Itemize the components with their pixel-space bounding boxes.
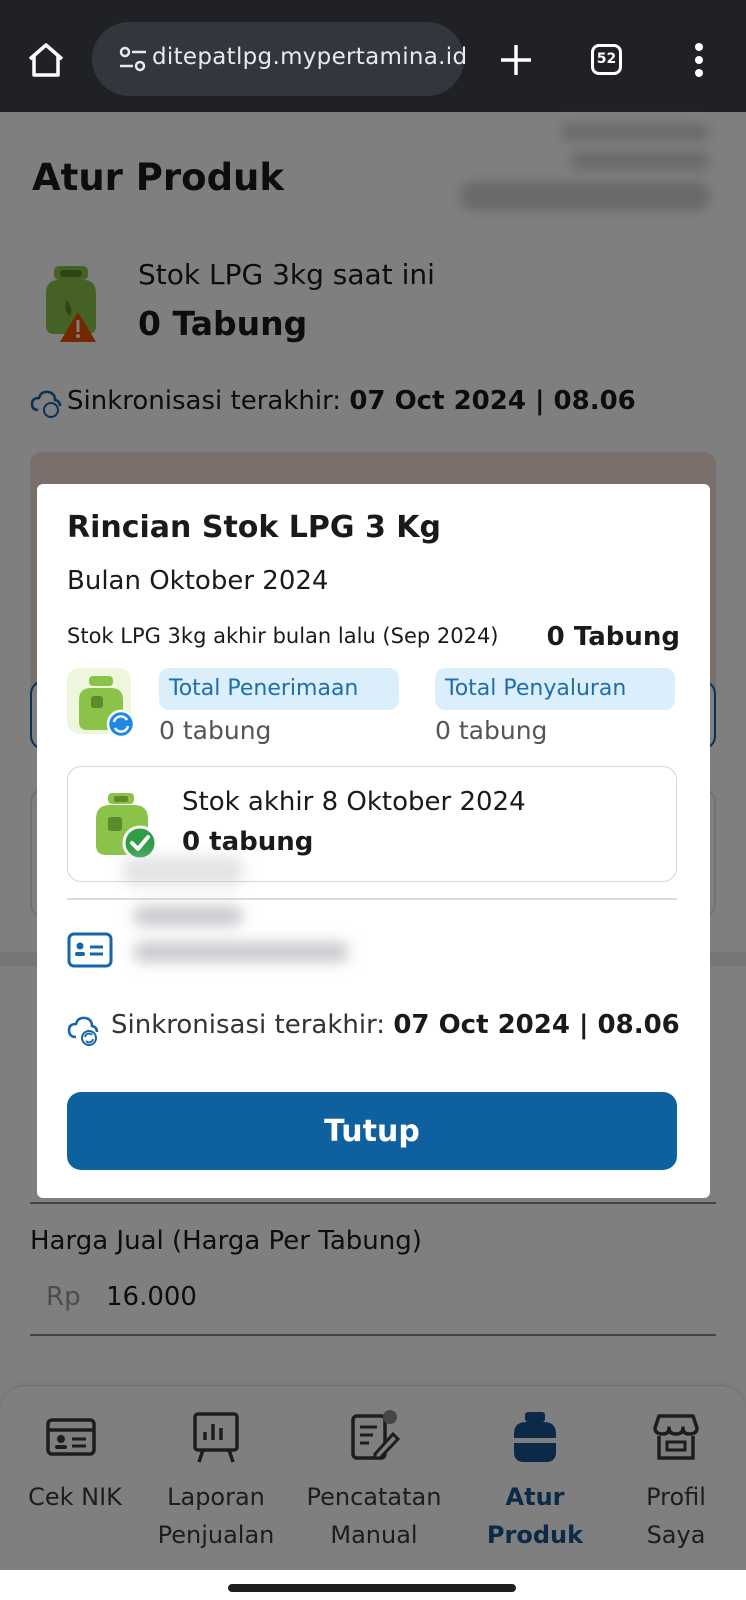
redacted-identity-number	[133, 942, 349, 962]
total-distributed-value: 0 tabung	[435, 716, 548, 745]
end-stock-value: 0 tabung	[182, 827, 314, 857]
prev-month-stock-value: 0 Tabung	[546, 622, 680, 652]
gesture-handle[interactable]	[228, 1584, 516, 1592]
site-settings-icon[interactable]	[118, 44, 148, 74]
prev-month-stock-label: Stok LPG 3kg akhir bulan lalu (Sep 2024)	[67, 624, 499, 648]
redacted-identity-name	[133, 906, 243, 926]
browser-toolbar: ditepatlpg.mypertamina.id 52	[0, 0, 746, 112]
new-tab-icon[interactable]	[496, 40, 536, 80]
close-button[interactable]: Tutup	[67, 1092, 677, 1170]
lpg-sync-icon	[67, 668, 135, 738]
dialog-subtitle: Bulan Oktober 2024	[67, 566, 329, 596]
total-received-value: 0 tabung	[159, 716, 272, 745]
more-menu-icon[interactable]	[692, 40, 706, 80]
dialog-title: Rincian Stok LPG 3 Kg	[67, 510, 442, 545]
end-stock-label: Stok akhir 8 Oktober 2024	[182, 787, 526, 817]
lpg-check-icon	[96, 793, 158, 861]
dialog-divider	[67, 898, 677, 900]
address-bar[interactable]: ditepatlpg.mypertamina.id	[92, 22, 468, 96]
url-text: ditepatlpg.mypertamina.id	[152, 44, 468, 70]
home-icon[interactable]	[24, 38, 68, 82]
id-card-icon	[67, 932, 113, 968]
redacted-identity	[123, 856, 243, 886]
stock-detail-dialog: Rincian Stok LPG 3 Kg Bulan Oktober 2024…	[37, 484, 710, 1198]
total-received-badge: Total Penerimaan	[159, 668, 399, 710]
tab-count-button[interactable]: 52	[591, 44, 622, 75]
dialog-last-sync: Sinkronisasi terakhir: 07 Oct 2024 | 08.…	[111, 1010, 680, 1040]
total-distributed-badge: Total Penyaluran	[435, 668, 675, 710]
cloud-sync-icon	[67, 1016, 99, 1046]
